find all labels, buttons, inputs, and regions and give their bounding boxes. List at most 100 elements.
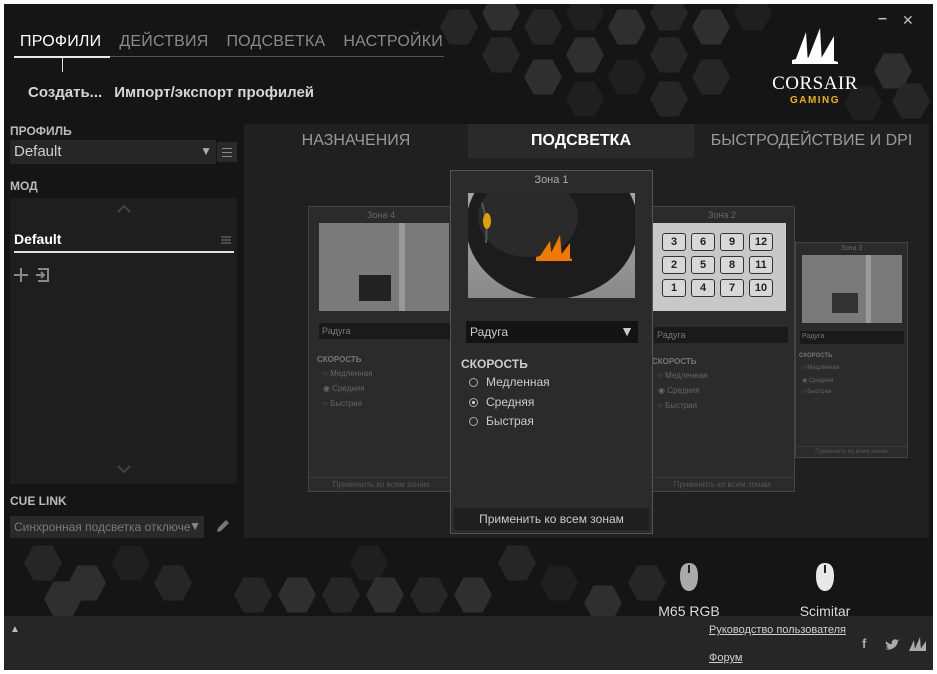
app-window: ПРОФИЛИ ДЕЙСТВИЯ ПОДСВЕТКА НАСТРОЙКИ Соз… — [4, 4, 933, 670]
zone-image — [802, 255, 902, 323]
zone-card-4[interactable]: Зона 4 Радуга СКОРОСТЬ ○ Медленная ◉ Сре… — [308, 206, 454, 492]
zone-image — [319, 223, 449, 311]
key: 10 — [749, 279, 773, 297]
mode-item[interactable]: Default — [14, 228, 234, 253]
speed-option[interactable]: ○ Медленная — [802, 365, 839, 371]
speed-option[interactable]: ○ Медленная — [323, 369, 373, 378]
effect-select[interactable]: Радуга — [800, 331, 904, 344]
key: 12 — [749, 233, 773, 251]
cue-link-select[interactable]: Синхронная подсветка отключе ▼ — [10, 516, 204, 538]
key: 11 — [749, 256, 773, 274]
forum-link[interactable]: Форум — [709, 652, 742, 664]
key: 6 — [691, 233, 715, 251]
twitter-icon[interactable] — [884, 638, 900, 652]
key: 5 — [691, 256, 715, 274]
corsair-logo: CORSAIR GAMING — [760, 26, 870, 106]
zone-card-1[interactable]: Зона 1 Радуга ▼ СКОРОСТЬ Медленная Средн… — [450, 170, 653, 534]
nav-lighting[interactable]: ПОДСВЕТКА — [219, 30, 336, 54]
footer: ▲ Руководство пользователя Форум f — [4, 616, 933, 670]
sails-icon — [792, 28, 838, 64]
chevron-down-icon: ▼ — [189, 519, 201, 533]
tab-assignments[interactable]: НАЗНАЧЕНИЯ — [244, 124, 468, 158]
import-export-button[interactable]: Импорт/экспорт профилей — [114, 84, 314, 101]
radio-selected-icon — [469, 398, 478, 407]
close-button[interactable]: ✕ — [902, 12, 914, 29]
nav-settings[interactable]: НАСТРОЙКИ — [336, 30, 454, 54]
profile-menu-button[interactable] — [217, 142, 237, 162]
key: 3 — [662, 233, 686, 251]
speed-label: СКОРОСТЬ — [799, 353, 833, 359]
zone-title: Зона 3 — [840, 245, 863, 252]
chevron-down-icon: ▼ — [620, 323, 634, 339]
add-icon[interactable] — [12, 266, 30, 284]
device-m65[interactable]: M65 RGB — [644, 562, 734, 619]
speed-label: СКОРОСТЬ — [317, 355, 362, 364]
chevron-down-icon: ▼ — [200, 144, 212, 158]
edit-icon[interactable] — [214, 517, 232, 535]
zone-card-2[interactable]: Зона 2 3 6 9 12 2 5 8 11 1 4 7 10 Радуга… — [649, 206, 795, 492]
tab-lighting[interactable]: ПОДСВЕТКА — [468, 124, 694, 158]
key: 1 — [662, 279, 686, 297]
nav-actions[interactable]: ДЕЙСТВИЯ — [112, 30, 219, 54]
chevron-up-icon[interactable] — [116, 204, 132, 214]
effect-value: Радуга — [470, 325, 509, 339]
zone-title: Зона 2 — [708, 210, 736, 220]
speed-option[interactable]: ○ Быстрая — [658, 401, 697, 410]
key: 8 — [720, 256, 744, 274]
chevron-down-icon[interactable] — [116, 464, 132, 474]
mode-label: МОД — [10, 179, 38, 193]
nav-pointer — [62, 58, 63, 72]
zone-title: Зона 1 — [534, 174, 569, 186]
cue-link-value: Синхронная подсветка отключе — [14, 520, 191, 534]
speed-option-slow[interactable]: Медленная — [469, 375, 550, 389]
key: 2 — [662, 256, 686, 274]
expand-up-icon[interactable]: ▲ — [10, 624, 20, 635]
nav-profiles[interactable]: ПРОФИЛИ — [14, 30, 112, 54]
mouse-icon — [816, 563, 834, 591]
profile-actions: Создать... Импорт/экспорт профилей — [28, 84, 314, 101]
device-scimitar[interactable]: Scimitar — [780, 562, 870, 619]
speed-option[interactable]: ◉ Средняя — [323, 384, 364, 393]
tab-performance-dpi[interactable]: БЫСТРОДЕЙСТВИЕ И DPI — [694, 124, 929, 158]
key: 4 — [691, 279, 715, 297]
speed-option[interactable]: ◉ Средняя — [802, 377, 833, 384]
key: 9 — [720, 233, 744, 251]
speed-option[interactable]: ○ Быстрая — [802, 389, 831, 395]
import-icon[interactable] — [34, 266, 52, 284]
create-profile-button[interactable]: Создать... — [28, 84, 102, 101]
logo-sub: GAMING — [789, 95, 841, 106]
speed-option[interactable]: ○ Медленная — [658, 371, 708, 380]
radio-icon — [469, 378, 478, 387]
menu-icon[interactable] — [220, 232, 232, 250]
zone-title: Зона 4 — [367, 210, 395, 220]
zone-card-3[interactable]: Зона 3 Радуга СКОРОСТЬ ○ Медленная ◉ Сре… — [795, 242, 908, 458]
mode-list: Default — [10, 198, 237, 484]
facebook-icon[interactable]: f — [862, 636, 866, 651]
minimize-button[interactable]: – — [878, 10, 887, 28]
speed-option-fast[interactable]: Быстрая — [469, 414, 534, 428]
effect-select[interactable]: Радуга ▼ — [466, 321, 638, 343]
apply-all-button[interactable]: Применить ко всем зонам — [309, 477, 453, 491]
profile-select[interactable]: Default ▼ — [10, 140, 216, 164]
user-manual-link[interactable]: Руководство пользователя — [709, 624, 846, 636]
speed-option[interactable]: ◉ Средняя — [658, 386, 699, 395]
mouse-image — [468, 193, 635, 298]
speed-label: СКОРОСТЬ — [652, 357, 697, 366]
speed-option-medium[interactable]: Средняя — [469, 395, 534, 409]
apply-all-button[interactable]: Применить ко всем зонам — [454, 508, 649, 530]
radio-icon — [469, 417, 478, 426]
zone-image — [468, 193, 635, 298]
corsair-sails-icon[interactable] — [908, 636, 928, 652]
keypad: 3 6 9 12 2 5 8 11 1 4 7 10 — [662, 233, 773, 297]
key: 7 — [720, 279, 744, 297]
effect-select[interactable]: Радуга — [654, 327, 788, 343]
profile-value: Default — [14, 143, 62, 160]
effect-select[interactable]: Радуга — [319, 323, 453, 339]
tab-bar: НАЗНАЧЕНИЯ ПОДСВЕТКА БЫСТРОДЕЙСТВИЕ И DP… — [244, 124, 929, 158]
zone-image: 3 6 9 12 2 5 8 11 1 4 7 10 — [650, 223, 786, 311]
mode-value: Default — [14, 231, 62, 247]
logo-brand: CORSAIR — [772, 73, 858, 94]
apply-all-button[interactable]: Применить ко всем зонам — [796, 446, 907, 457]
apply-all-button[interactable]: Применить ко всем зонам — [650, 477, 794, 491]
speed-option[interactable]: ○ Быстрая — [323, 399, 362, 408]
